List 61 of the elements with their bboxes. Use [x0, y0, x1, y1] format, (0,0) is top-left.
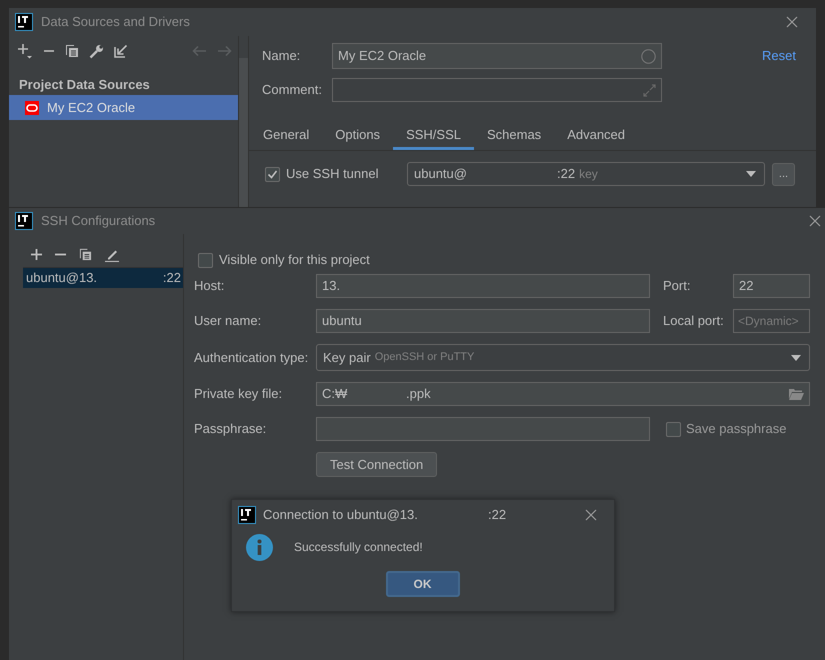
data-source-item[interactable]: My EC2 Oracle — [9, 95, 238, 120]
field-label: User name: — [194, 312, 262, 330]
app-logo-icon — [15, 13, 33, 31]
close-icon[interactable] — [786, 16, 798, 28]
checkbox-label: Save passphrase — [686, 420, 786, 438]
reset-link[interactable]: Reset — [762, 46, 796, 66]
close-icon[interactable] — [809, 215, 821, 227]
field-label: Comment: — [262, 81, 323, 100]
dialog-title: Connection to ubuntu@13. — [263, 506, 419, 524]
add-icon[interactable] — [17, 43, 33, 59]
checkbox[interactable] — [265, 166, 280, 182]
field-label: Local port: — [663, 312, 725, 330]
message-text: Successfully connected! — [294, 539, 423, 556]
copy-icon[interactable] — [65, 44, 79, 58]
app-logo-icon — [15, 212, 33, 230]
ok-button[interactable]: OK — [386, 571, 460, 597]
window-title: Data Sources and Drivers — [41, 13, 190, 32]
circle-icon — [641, 48, 656, 64]
passphrase-field[interactable] — [316, 417, 650, 441]
field-label: Authentication type: — [194, 348, 310, 367]
pencil-icon[interactable] — [105, 248, 119, 262]
app-logo-icon — [238, 506, 256, 524]
checkbox-label: Visible only for this project — [219, 251, 370, 270]
close-icon[interactable] — [585, 509, 597, 521]
tab[interactable]: Advanced — [554, 119, 638, 150]
window-title: SSH Configurations — [41, 212, 156, 230]
folder-icon[interactable] — [789, 388, 804, 400]
field-label: Private key file: — [194, 385, 284, 404]
checkbox[interactable] — [198, 252, 213, 268]
user-name-field[interactable]: ubuntu — [316, 309, 650, 333]
section-heading: Project Data Sources — [18, 76, 151, 92]
tab[interactable]: Options — [322, 119, 394, 150]
dropdown-arrow-icon — [746, 171, 756, 177]
checkbox-label: Use SSH tunnel — [286, 165, 380, 184]
import-icon[interactable] — [114, 44, 128, 58]
host-field[interactable]: 13. — [316, 274, 650, 298]
field-label: Port: — [663, 277, 692, 296]
add-icon[interactable] — [31, 249, 42, 260]
port-field[interactable]: 22 — [733, 274, 810, 298]
wrench-icon[interactable] — [89, 44, 104, 58]
tab[interactable]: SSH/SSL — [393, 119, 474, 150]
auth-type-select[interactable]: Key pair OpenSSH or PuTTY — [316, 344, 810, 371]
field-label: Name: — [262, 47, 302, 66]
local-port-field[interactable]: <Dynamic> — [733, 309, 810, 333]
test-connection-button[interactable]: Test Connection — [316, 452, 438, 477]
copy-icon[interactable] — [79, 248, 92, 261]
tab[interactable]: Schemas — [474, 119, 554, 150]
field-label: Host: — [194, 277, 226, 296]
checkbox[interactable] — [666, 422, 681, 436]
tab[interactable]: General — [250, 119, 322, 150]
private-key-field[interactable]: C:₩ .ppk — [316, 382, 810, 406]
database-icon — [25, 100, 39, 114]
ssh-config-select[interactable]: ubuntu@ :22 key — [407, 162, 765, 186]
info-icon — [246, 534, 273, 560]
browse-button[interactable]: ... — [772, 162, 795, 186]
dialog-title: :22 — [488, 506, 506, 524]
comment-field[interactable] — [332, 78, 662, 102]
ssh-config-item[interactable]: ubuntu@13. :22 — [23, 268, 183, 288]
name-field[interactable]: My EC2 Oracle — [332, 43, 662, 69]
field-label: Passphrase: — [194, 420, 268, 438]
dropdown-arrow-icon — [791, 354, 801, 360]
